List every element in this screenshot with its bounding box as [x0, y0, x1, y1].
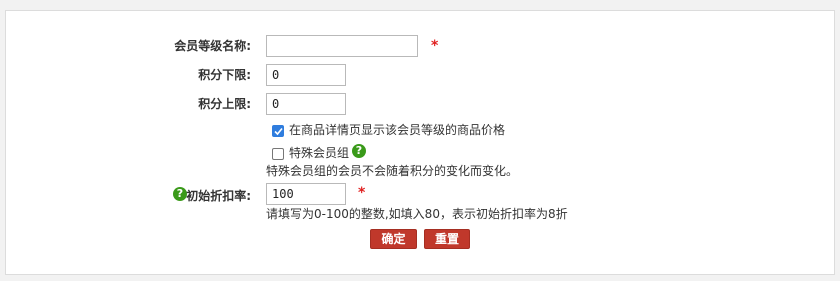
special-group-checkbox[interactable] [272, 148, 284, 160]
level-name-input[interactable] [266, 35, 418, 57]
level-name-label: 会员等级名称: [174, 39, 251, 53]
special-group-label: 特殊会员组 [289, 146, 350, 160]
points-max-label: 积分上限: [198, 97, 251, 111]
show-price-checkbox[interactable] [272, 125, 284, 137]
check-icon [274, 127, 283, 136]
special-group-help-icon[interactable]: ? [352, 144, 366, 158]
discount-input[interactable]: 100 [266, 183, 346, 205]
confirm-button[interactable]: 确定 [370, 229, 417, 249]
show-price-label: 在商品详情页显示该会员等级的商品价格 [289, 123, 506, 137]
discount-hint: 请填写为0-100的整数,如填入80，表示初始折扣率为8折 [266, 207, 568, 221]
level-name-required-mark: * [431, 38, 439, 54]
special-group-note: 特殊会员组的会员不会随着积分的变化而变化。 [266, 164, 519, 178]
points-min-input[interactable]: 0 [266, 64, 346, 86]
reset-button[interactable]: 重置 [424, 229, 470, 249]
form-panel [5, 10, 835, 275]
points-min-label: 积分下限: [198, 68, 251, 82]
points-max-input[interactable]: 0 [266, 93, 346, 115]
discount-label: 初始折扣率: [186, 189, 251, 203]
discount-required-mark: * [358, 185, 366, 201]
